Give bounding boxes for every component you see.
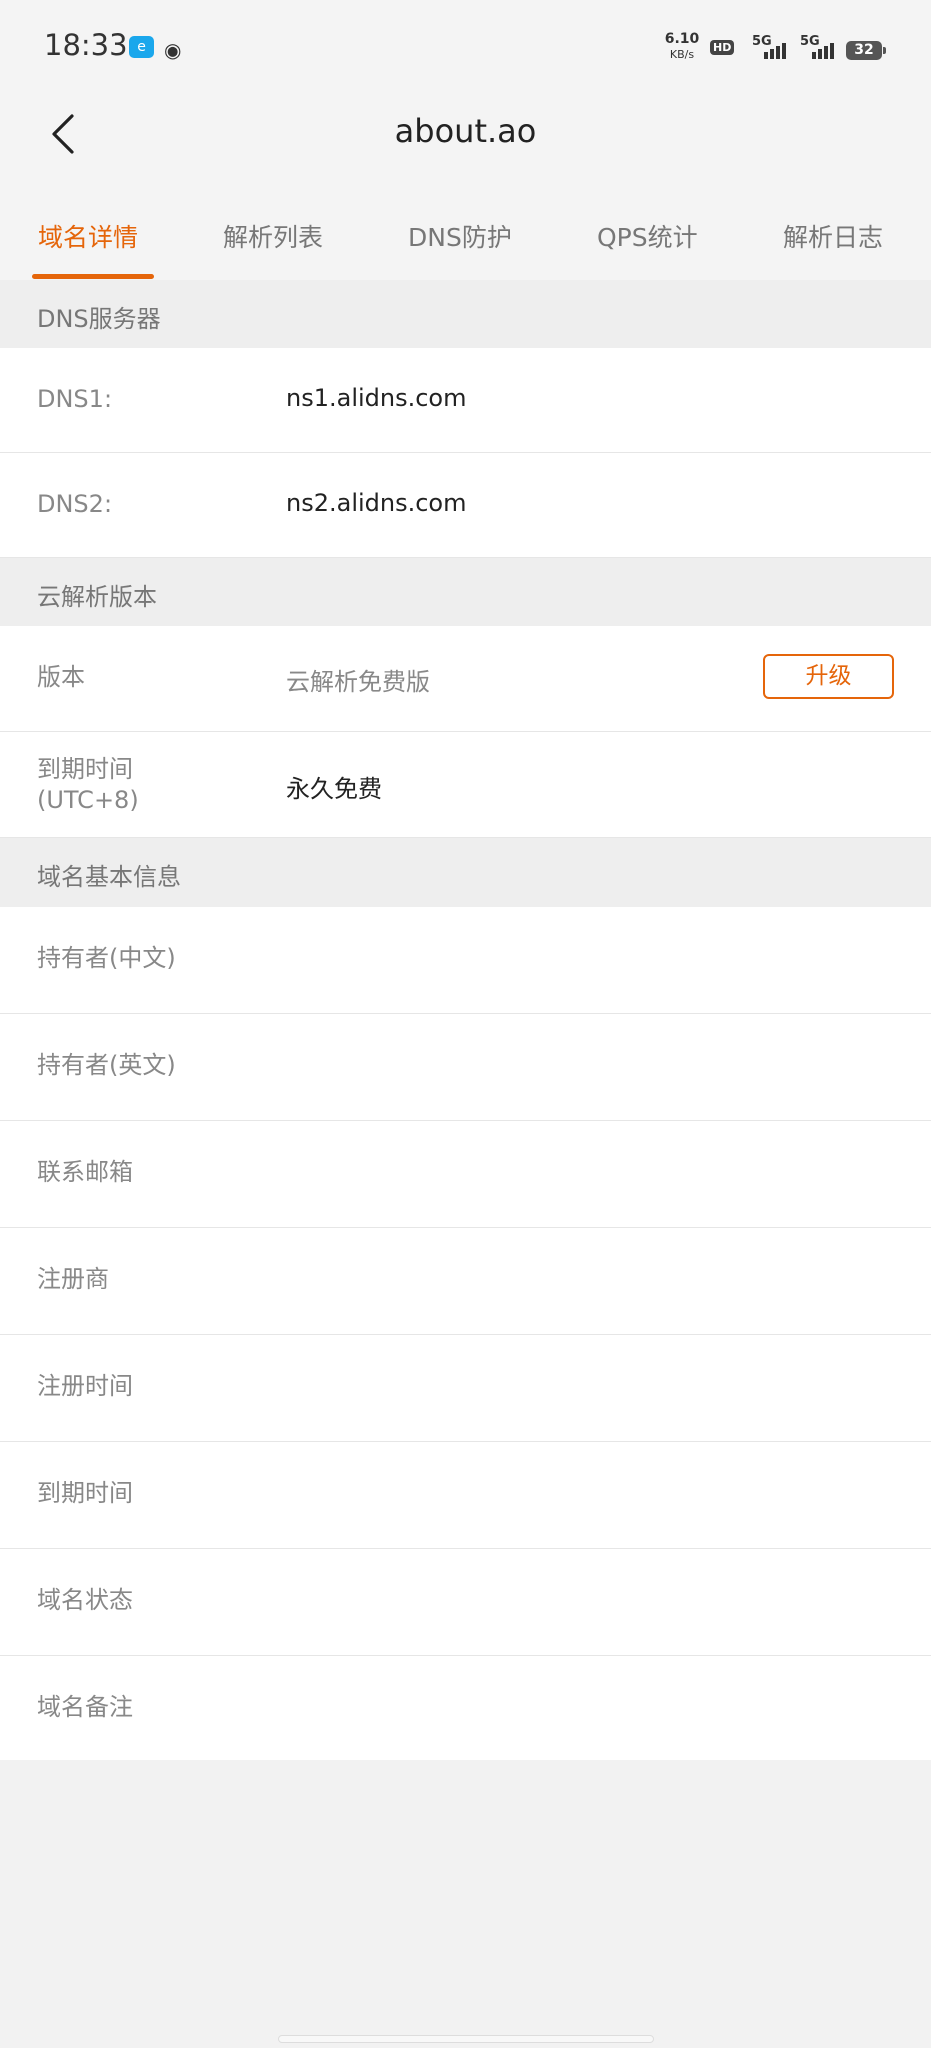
status-bar: 18:33 e ◉ 6.10 KB/s HD 5G 5G 32 xyxy=(0,0,931,80)
info-row-email: 联系邮箱 xyxy=(0,1121,931,1228)
section-header-version: 云解析版本 xyxy=(0,558,931,626)
info-row-domain-note: 域名备注 xyxy=(0,1656,931,1760)
signal-icon: 5G xyxy=(800,34,840,62)
dns2-value: ns2.alidns.com xyxy=(286,489,467,517)
section-title: DNS服务器 xyxy=(37,305,161,333)
domain-note-label: 域名备注 xyxy=(37,1693,133,1721)
registrar-label: 注册商 xyxy=(37,1265,109,1293)
net-speed: 6.10 KB/s xyxy=(664,32,700,62)
section-header-dns-servers: DNS服务器 xyxy=(0,280,931,348)
section-title: 域名基本信息 xyxy=(37,863,181,891)
hd-icon: HD xyxy=(710,40,735,55)
app-notification-icon: e xyxy=(129,36,154,58)
version-row: 版本 云解析免费版 升级 xyxy=(0,626,931,732)
signal-icon: 5G xyxy=(752,34,790,62)
info-row-owner-cn: 持有者(中文) xyxy=(0,907,931,1014)
net-speed-value: 6.10 xyxy=(664,31,700,47)
info-row-owner-en: 持有者(英文) xyxy=(0,1014,931,1121)
expiry-label-line2: (UTC+8) xyxy=(37,786,139,814)
tab-resolve-list[interactable]: 解析列表 xyxy=(223,218,323,254)
expiry-label-line1: 到期时间 xyxy=(37,755,133,783)
reg-time-label: 注册时间 xyxy=(37,1372,133,1400)
owner-cn-label: 持有者(中文) xyxy=(37,944,176,972)
weibo-icon: ◉ xyxy=(164,38,182,62)
upgrade-button[interactable]: 升级 xyxy=(763,654,894,699)
page-title: about.ao xyxy=(394,112,537,150)
domain-status-label: 域名状态 xyxy=(37,1586,133,1614)
active-tab-indicator xyxy=(32,274,154,279)
home-indicator[interactable] xyxy=(278,2035,654,2043)
status-time: 18:33 xyxy=(44,28,128,62)
dns1-value: ns1.alidns.com xyxy=(286,384,467,412)
owner-en-label: 持有者(英文) xyxy=(37,1051,176,1079)
dns2-label: DNS2: xyxy=(37,490,113,518)
tab-qps-stats[interactable]: QPS统计 xyxy=(597,218,698,254)
battery-icon: 32 xyxy=(846,41,886,60)
expire-time-label: 到期时间 xyxy=(37,1479,133,1507)
info-row-registrar: 注册商 xyxy=(0,1228,931,1335)
expiry-label: 到期时间 (UTC+8) xyxy=(37,754,139,816)
info-row-domain-status: 域名状态 xyxy=(0,1549,931,1656)
section-header-basic-info: 域名基本信息 xyxy=(0,838,931,907)
tab-resolve-log[interactable]: 解析日志 xyxy=(783,218,883,254)
version-label: 版本 xyxy=(37,663,85,691)
info-row-reg-time: 注册时间 xyxy=(0,1335,931,1442)
dns2-row: DNS2: ns2.alidns.com xyxy=(0,453,931,558)
dns1-label: DNS1: xyxy=(37,385,113,413)
version-value: 云解析免费版 xyxy=(286,668,430,696)
section-title: 云解析版本 xyxy=(37,583,157,611)
dns1-row: DNS1: ns1.alidns.com xyxy=(0,348,931,453)
net-type-label: 5G xyxy=(800,34,820,49)
net-type-label: 5G xyxy=(752,34,772,49)
tab-bar: 域名详情 解析列表 DNS防护 QPS统计 解析日志 xyxy=(0,188,931,280)
email-label: 联系邮箱 xyxy=(37,1158,133,1186)
expiry-value: 永久免费 xyxy=(286,775,382,803)
net-speed-unit: KB/s xyxy=(669,48,695,61)
info-row-expire-time: 到期时间 xyxy=(0,1442,931,1549)
tab-domain-details[interactable]: 域名详情 xyxy=(38,218,138,254)
expiry-row: 到期时间 (UTC+8) 永久免费 xyxy=(0,732,931,838)
nav-bar: about.ao xyxy=(0,80,931,188)
tab-dns-protection[interactable]: DNS防护 xyxy=(408,218,512,254)
